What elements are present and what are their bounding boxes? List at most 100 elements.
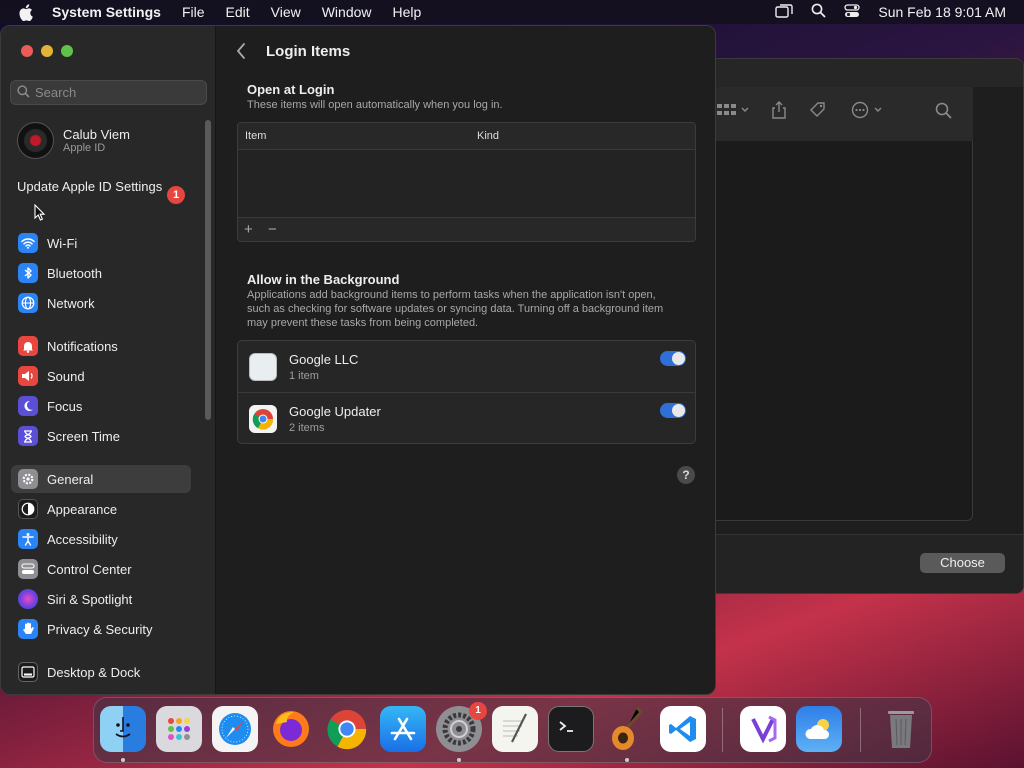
menu-view[interactable]: View — [271, 4, 301, 20]
avatar — [17, 121, 54, 159]
column-kind[interactable]: Kind — [477, 130, 499, 142]
list-item: Google LLC 1 item — [238, 341, 695, 393]
sidebar-item-label: Notifications — [47, 338, 118, 354]
sidebar-item-appearance[interactable]: Appearance — [11, 495, 191, 523]
sidebar-item-wifi[interactable]: Wi-Fi — [11, 229, 191, 257]
table-footer: + − — [238, 217, 695, 241]
google-updater-toggle[interactable] — [660, 403, 686, 418]
google-llc-icon — [249, 353, 277, 381]
sidebar-item-control-center[interactable]: Control Center — [11, 555, 191, 583]
sidebar: Calub Viem Apple ID Update Apple ID Sett… — [1, 26, 216, 694]
sidebar-item-sound[interactable]: Sound — [11, 362, 191, 390]
gear-icon — [18, 469, 38, 489]
table-header: Item Kind — [238, 123, 695, 150]
dock-separator — [860, 708, 861, 752]
minimize-window-button[interactable] — [41, 45, 53, 57]
menu-window[interactable]: Window — [322, 4, 372, 20]
column-item[interactable]: Item — [245, 130, 266, 142]
zoom-window-button[interactable] — [61, 45, 73, 57]
sidebar-item-accessibility[interactable]: Accessibility — [11, 525, 191, 553]
share-icon[interactable] — [771, 101, 787, 124]
sidebar-item-label: Privacy & Security — [47, 621, 153, 637]
sidebar-item-label: Bluetooth — [47, 265, 102, 281]
view-grid-icon[interactable] — [717, 103, 751, 122]
sidebar-item-focus[interactable]: Focus — [11, 392, 191, 420]
menu-edit[interactable]: Edit — [226, 4, 250, 20]
menubar-clock[interactable]: Sun Feb 18 9:01 AM — [878, 4, 1006, 20]
update-badge: 1 — [167, 186, 185, 204]
chrome-dock-icon[interactable] — [324, 706, 370, 752]
system-settings-badge: 1 — [469, 702, 487, 720]
dialog-title-strip — [701, 59, 1023, 87]
visual-studio-icon[interactable] — [740, 706, 786, 752]
terminal-icon[interactable] — [548, 706, 594, 752]
sidebar-item-label: Screen Time — [47, 428, 120, 444]
siri-icon — [18, 589, 38, 609]
finder-running-indicator — [121, 758, 125, 762]
sidebar-scrollbar[interactable] — [205, 120, 211, 420]
tag-icon[interactable] — [809, 101, 827, 124]
app-store-icon[interactable] — [380, 706, 426, 752]
spotlight-search-icon[interactable] — [811, 3, 826, 21]
background-item-count: 2 items — [289, 422, 325, 434]
sidebar-item-label: Wi-Fi — [47, 235, 78, 251]
sidebar-item-general[interactable]: General — [11, 465, 191, 493]
sidebar-item-desktop-dock[interactable]: Desktop & Dock — [11, 658, 191, 686]
menu-help[interactable]: Help — [393, 4, 422, 20]
sidebar-item-label: General — [47, 471, 94, 487]
control-center-icon — [18, 559, 38, 579]
profile-name: Calub Viem — [63, 126, 130, 142]
weather-icon[interactable] — [796, 706, 842, 752]
open-at-login-title: Open at Login — [247, 82, 335, 97]
sidebar-item-label: Siri & Spotlight — [47, 591, 133, 607]
sidebar-item-privacy-security[interactable]: Privacy & Security — [11, 615, 191, 643]
help-button[interactable]: ? — [677, 466, 695, 484]
more-actions-icon[interactable] — [851, 101, 885, 124]
safari-icon[interactable] — [212, 706, 258, 752]
add-login-item-button[interactable]: + — [244, 221, 253, 238]
menu-app-name[interactable]: System Settings — [52, 4, 161, 20]
dock-icon — [18, 662, 38, 682]
background-items-list: Google LLC 1 item Google Updater 2 items — [237, 340, 696, 444]
login-items-table[interactable]: Item Kind + − — [237, 122, 696, 242]
sidebar-item-network[interactable]: Network — [11, 289, 191, 317]
bell-icon — [18, 336, 38, 356]
screen-mirroring-icon[interactable] — [775, 3, 794, 21]
back-button[interactable] — [235, 42, 247, 65]
garageband-icon[interactable] — [604, 706, 650, 752]
sidebar-item-bluetooth[interactable]: Bluetooth — [11, 259, 191, 287]
sidebar-search[interactable] — [10, 80, 207, 105]
hourglass-icon — [18, 426, 38, 446]
google-llc-toggle[interactable] — [660, 351, 686, 366]
trash-icon[interactable] — [878, 706, 924, 752]
sidebar-item-label: Accessibility — [47, 531, 118, 547]
menu-bar: System Settings File Edit View Window He… — [0, 0, 1024, 24]
menu-file[interactable]: File — [182, 4, 205, 20]
dock-separator — [722, 708, 723, 752]
apple-id-profile[interactable]: Calub Viem Apple ID — [17, 120, 207, 160]
dialog-file-pane — [701, 141, 973, 521]
content-pane: Login Items Open at Login These items wi… — [217, 26, 715, 694]
firefox-icon[interactable] — [268, 706, 314, 752]
sidebar-item-label: Appearance — [47, 501, 118, 517]
remove-login-item-button[interactable]: − — [268, 221, 277, 238]
chrome-icon — [249, 405, 277, 433]
sidebar-item-label: Network — [47, 295, 95, 311]
choose-button[interactable]: Choose — [920, 553, 1005, 573]
sidebar-item-notifications[interactable]: Notifications — [11, 332, 191, 360]
dialog-search-icon[interactable] — [935, 102, 952, 124]
sidebar-item-screen-time[interactable]: Screen Time — [11, 422, 191, 450]
sidebar-item-label: Desktop & Dock — [47, 664, 141, 680]
textedit-icon[interactable] — [492, 706, 538, 752]
background-item-name: Google LLC — [289, 352, 359, 367]
control-center-icon[interactable] — [844, 3, 861, 21]
allow-background-title: Allow in the Background — [247, 272, 400, 287]
apple-menu-icon[interactable] — [18, 3, 36, 21]
close-window-button[interactable] — [21, 45, 33, 57]
search-input[interactable] — [35, 85, 195, 100]
sidebar-item-siri-spotlight[interactable]: Siri & Spotlight — [11, 585, 191, 613]
vscode-icon[interactable] — [660, 706, 706, 752]
appearance-icon — [18, 499, 38, 519]
launchpad-icon[interactable] — [156, 706, 202, 752]
finder-icon[interactable] — [100, 706, 146, 752]
